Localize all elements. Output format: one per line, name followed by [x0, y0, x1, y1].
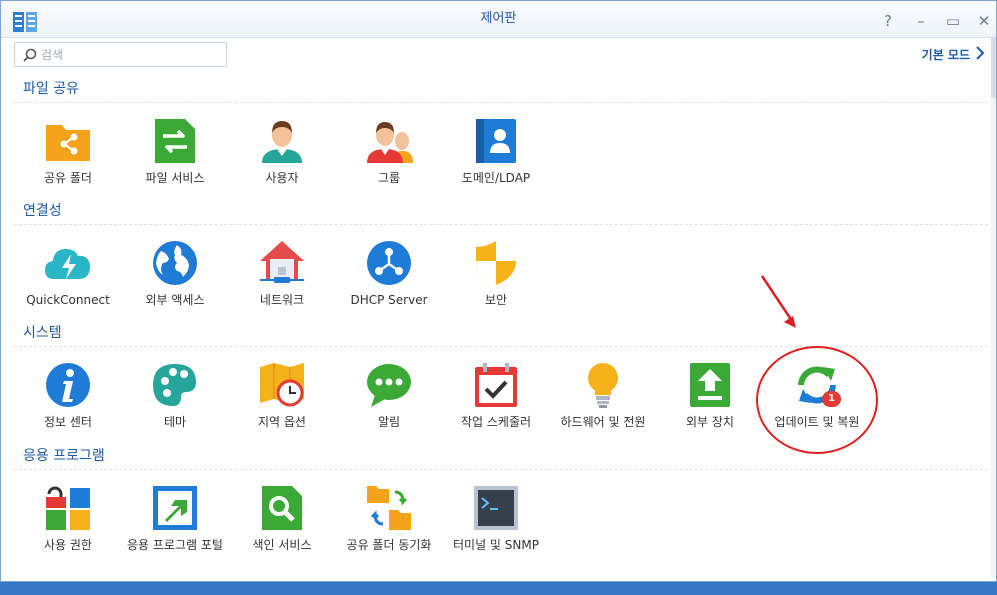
item-task-scheduler[interactable]: 작업 스케줄러: [441, 361, 551, 430]
item-shared-folder[interactable]: 공유 폴더: [13, 117, 123, 186]
item-label: 사용자: [265, 171, 299, 185]
item-label: 공유 폴더: [44, 171, 92, 185]
maximize-icon[interactable]: ▭: [945, 13, 961, 29]
notification-icon: [367, 364, 411, 407]
terminal-snmp-icon: [474, 486, 518, 530]
item-label: 외부 액세스: [145, 293, 205, 307]
task-scheduler-icon: [475, 363, 517, 407]
item-label: 외부 장치: [686, 415, 734, 429]
item-external-devices[interactable]: 외부 장치: [655, 361, 765, 430]
item-label: 작업 스케줄러: [460, 415, 532, 429]
window-title: 제어판: [480, 11, 517, 26]
regional-options-icon: [260, 363, 304, 407]
item-label: 응용 프로그램 포털: [127, 538, 223, 552]
title-bar[interactable]: 제어판 ? – ▭ ✕: [1, 1, 996, 38]
privileges-icon: [46, 486, 90, 530]
annotation-circle: [756, 346, 878, 454]
item-quickconnect[interactable]: QuickConnect: [13, 239, 123, 308]
search-icon: [23, 48, 37, 62]
item-domain-ldap[interactable]: 도메인/LDAP: [441, 117, 551, 186]
application-portal-icon: [153, 486, 197, 530]
theme-palette-icon: [153, 364, 196, 406]
item-label: 테마: [163, 415, 187, 429]
item-label: 정보 센터: [44, 415, 92, 429]
section-title-connectivity: 연결성: [23, 203, 62, 219]
help-icon[interactable]: ?: [880, 13, 896, 29]
item-label: DHCP Server: [350, 293, 428, 307]
security-shield-icon: [476, 241, 516, 285]
section-title-system: 시스템: [23, 325, 62, 341]
section-divider: [14, 346, 988, 347]
search-input[interactable]: [41, 45, 221, 64]
minimize-icon[interactable]: –: [913, 13, 929, 29]
item-label: 네트워크: [259, 293, 305, 307]
external-access-icon: [153, 241, 197, 285]
file-services-icon: [155, 119, 195, 163]
item-label: 색인 서비스: [252, 538, 312, 552]
item-user[interactable]: 사용자: [227, 117, 337, 186]
dhcp-server-icon: [367, 241, 411, 285]
item-theme[interactable]: 테마: [120, 361, 230, 430]
item-application-portal[interactable]: 응용 프로그램 포털: [120, 484, 230, 553]
annotation-arrow-icon: [760, 275, 796, 328]
item-label: QuickConnect: [26, 293, 110, 307]
item-group[interactable]: 그룹: [334, 117, 444, 186]
basic-mode-link[interactable]: 기본 모드: [922, 46, 970, 63]
item-label: 지역 옵션: [258, 415, 306, 429]
item-file-services[interactable]: 파일 서비스: [120, 117, 230, 186]
item-label: 터미널 및 SNMP: [453, 538, 539, 552]
search-box[interactable]: [14, 42, 227, 67]
item-label: 도메인/LDAP: [461, 171, 531, 185]
close-icon[interactable]: ✕: [976, 13, 992, 29]
item-label: 공유 폴더 동기화: [346, 538, 432, 552]
external-devices-icon: [690, 363, 730, 407]
item-dhcp-server[interactable]: DHCP Server: [334, 239, 444, 308]
section-title-file-sharing: 파일 공유: [23, 81, 79, 97]
indexing-service-icon: [262, 486, 302, 530]
section-divider: [14, 102, 988, 103]
shared-folder-icon: [46, 125, 90, 161]
scrollbar-track[interactable]: [991, 38, 996, 578]
item-privileges[interactable]: 사용 권한: [13, 484, 123, 553]
control-panel-window: 제어판 ? – ▭ ✕ 기본 모드 파일 공유 공유 폴더 파일 서비스: [0, 0, 997, 582]
item-label: 보안: [484, 293, 508, 307]
user-icon: [262, 121, 302, 163]
network-icon: [260, 241, 304, 283]
item-label: 파일 서비스: [145, 171, 205, 185]
scrollbar-thumb[interactable]: [991, 38, 996, 98]
info-center-icon: [46, 363, 90, 407]
quickconnect-icon: [45, 249, 90, 279]
group-icon: [367, 122, 413, 163]
section-divider: [14, 469, 988, 470]
item-network[interactable]: 네트워크: [227, 239, 337, 308]
shared-folder-sync-icon: [367, 486, 411, 530]
item-terminal-snmp[interactable]: 터미널 및 SNMP: [441, 484, 551, 553]
section-title-applications: 응용 프로그램: [23, 448, 105, 464]
item-indexing-service[interactable]: 색인 서비스: [227, 484, 337, 553]
item-security[interactable]: 보안: [441, 239, 551, 308]
item-info-center[interactable]: 정보 센터: [13, 361, 123, 430]
item-regional-options[interactable]: 지역 옵션: [227, 361, 337, 430]
domain-ldap-icon: [476, 119, 516, 163]
chevron-right-icon[interactable]: [974, 46, 986, 60]
item-hardware-power[interactable]: 하드웨어 및 전원: [548, 361, 658, 430]
item-label: 그룹: [377, 171, 401, 185]
item-notification[interactable]: 알림: [334, 361, 444, 430]
section-divider: [14, 224, 988, 225]
item-shared-folder-sync[interactable]: 공유 폴더 동기화: [334, 484, 444, 553]
item-label: 알림: [377, 415, 401, 429]
item-label: 사용 권한: [44, 538, 92, 552]
item-label: 하드웨어 및 전원: [560, 415, 646, 429]
item-external-access[interactable]: 외부 액세스: [120, 239, 230, 308]
hardware-power-icon: [588, 363, 618, 408]
